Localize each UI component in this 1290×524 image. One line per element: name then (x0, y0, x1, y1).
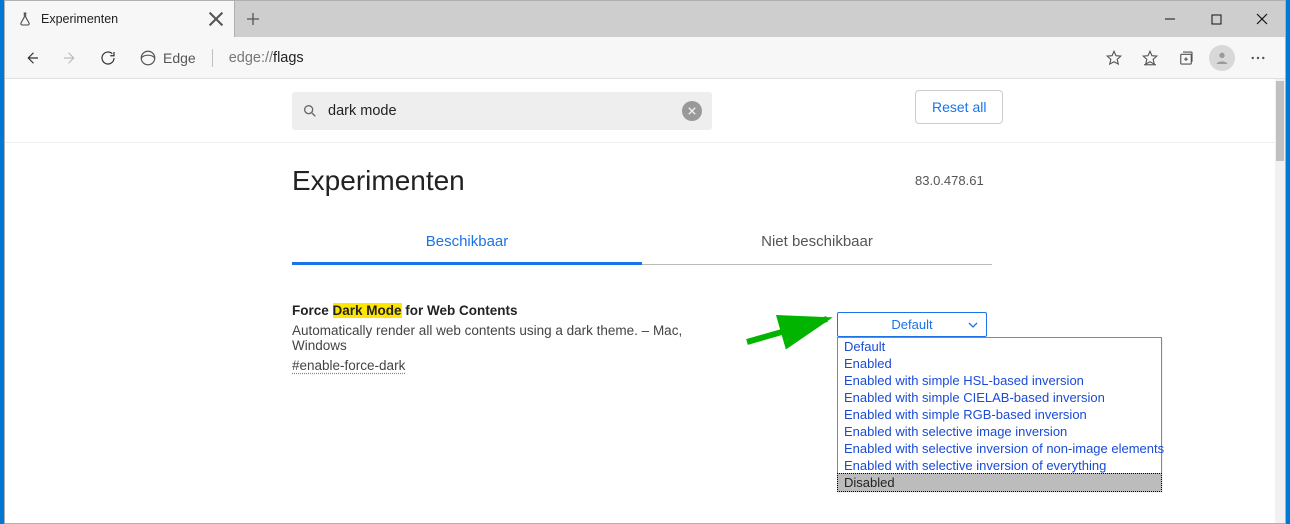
edge-icon (139, 49, 157, 67)
flag-anchor[interactable]: #enable-force-dark (292, 358, 405, 373)
favorites-bar-button[interactable] (1133, 41, 1167, 75)
menu-button[interactable] (1241, 41, 1275, 75)
edge-brand: Edge (139, 49, 196, 67)
titlebar: Experimenten (5, 1, 1285, 37)
window-close-button[interactable] (1239, 1, 1285, 37)
scrollbar-thumb[interactable] (1276, 81, 1284, 161)
tab-available[interactable]: Beschikbaar (292, 221, 642, 265)
address-separator (212, 49, 213, 67)
flag-dropdown[interactable]: DefaultEnabledEnabled with simple HSL-ba… (837, 337, 1162, 492)
dropdown-option[interactable]: Enabled with simple CIELAB-based inversi… (838, 389, 1161, 406)
brand-label: Edge (163, 50, 196, 66)
dropdown-option[interactable]: Enabled with simple HSL-based inversion (838, 372, 1161, 389)
annotation-arrow-icon (742, 307, 842, 357)
version-label: 83.0.478.61 (915, 173, 984, 188)
back-button[interactable] (15, 41, 49, 75)
flag-select-value: Default (891, 317, 932, 332)
dropdown-option[interactable]: Enabled with simple RGB-based inversion (838, 406, 1161, 423)
dropdown-option[interactable]: Disabled (837, 473, 1162, 492)
tab-unavailable[interactable]: Niet beschikbaar (642, 221, 992, 265)
search-input[interactable] (328, 103, 672, 119)
avatar-icon (1209, 45, 1235, 71)
favorite-star-button[interactable] (1097, 41, 1131, 75)
scrollbar[interactable] (1275, 79, 1285, 523)
window-minimize-button[interactable] (1147, 1, 1193, 37)
dropdown-option[interactable]: Enabled (838, 355, 1161, 372)
tab-title: Experimenten (41, 12, 200, 26)
search-row: Reset all (5, 79, 1275, 143)
flag-description: Automatically render all web contents us… (292, 323, 732, 353)
heading-row: Experimenten 83.0.478.61 (5, 143, 1275, 197)
reset-all-button[interactable]: Reset all (915, 90, 1003, 124)
page-title: Experimenten (292, 165, 1275, 197)
browser-window: Experimenten (4, 0, 1286, 524)
new-tab-button[interactable] (235, 1, 271, 37)
search-box[interactable] (292, 92, 712, 130)
page-content: Reset all Experimenten 83.0.478.61 Besch… (5, 79, 1275, 523)
address-bar[interactable]: Edge edge://flags (129, 42, 1093, 74)
browser-tab[interactable]: Experimenten (5, 1, 235, 37)
forward-button[interactable] (53, 41, 87, 75)
content-tabs: Beschikbaar Niet beschikbaar (292, 221, 992, 265)
dropdown-option[interactable]: Default (838, 338, 1161, 355)
collections-button[interactable] (1169, 41, 1203, 75)
window-maximize-button[interactable] (1193, 1, 1239, 37)
toolbar: Edge edge://flags (5, 37, 1285, 79)
tab-close-button[interactable] (208, 11, 224, 27)
flask-icon (17, 11, 33, 27)
flag-item: Force Dark Mode for Web Contents Automat… (292, 303, 992, 375)
dropdown-option[interactable]: Enabled with selective inversion of ever… (838, 457, 1161, 474)
search-icon (302, 103, 318, 119)
flag-select[interactable]: Default (837, 312, 987, 337)
address-text: edge://flags (229, 50, 304, 66)
dropdown-option[interactable]: Enabled with selective image inversion (838, 423, 1161, 440)
refresh-button[interactable] (91, 41, 125, 75)
profile-button[interactable] (1205, 41, 1239, 75)
clear-search-button[interactable] (682, 101, 702, 121)
dropdown-option[interactable]: Enabled with selective inversion of non-… (838, 440, 1161, 457)
chevron-down-icon (968, 320, 978, 330)
